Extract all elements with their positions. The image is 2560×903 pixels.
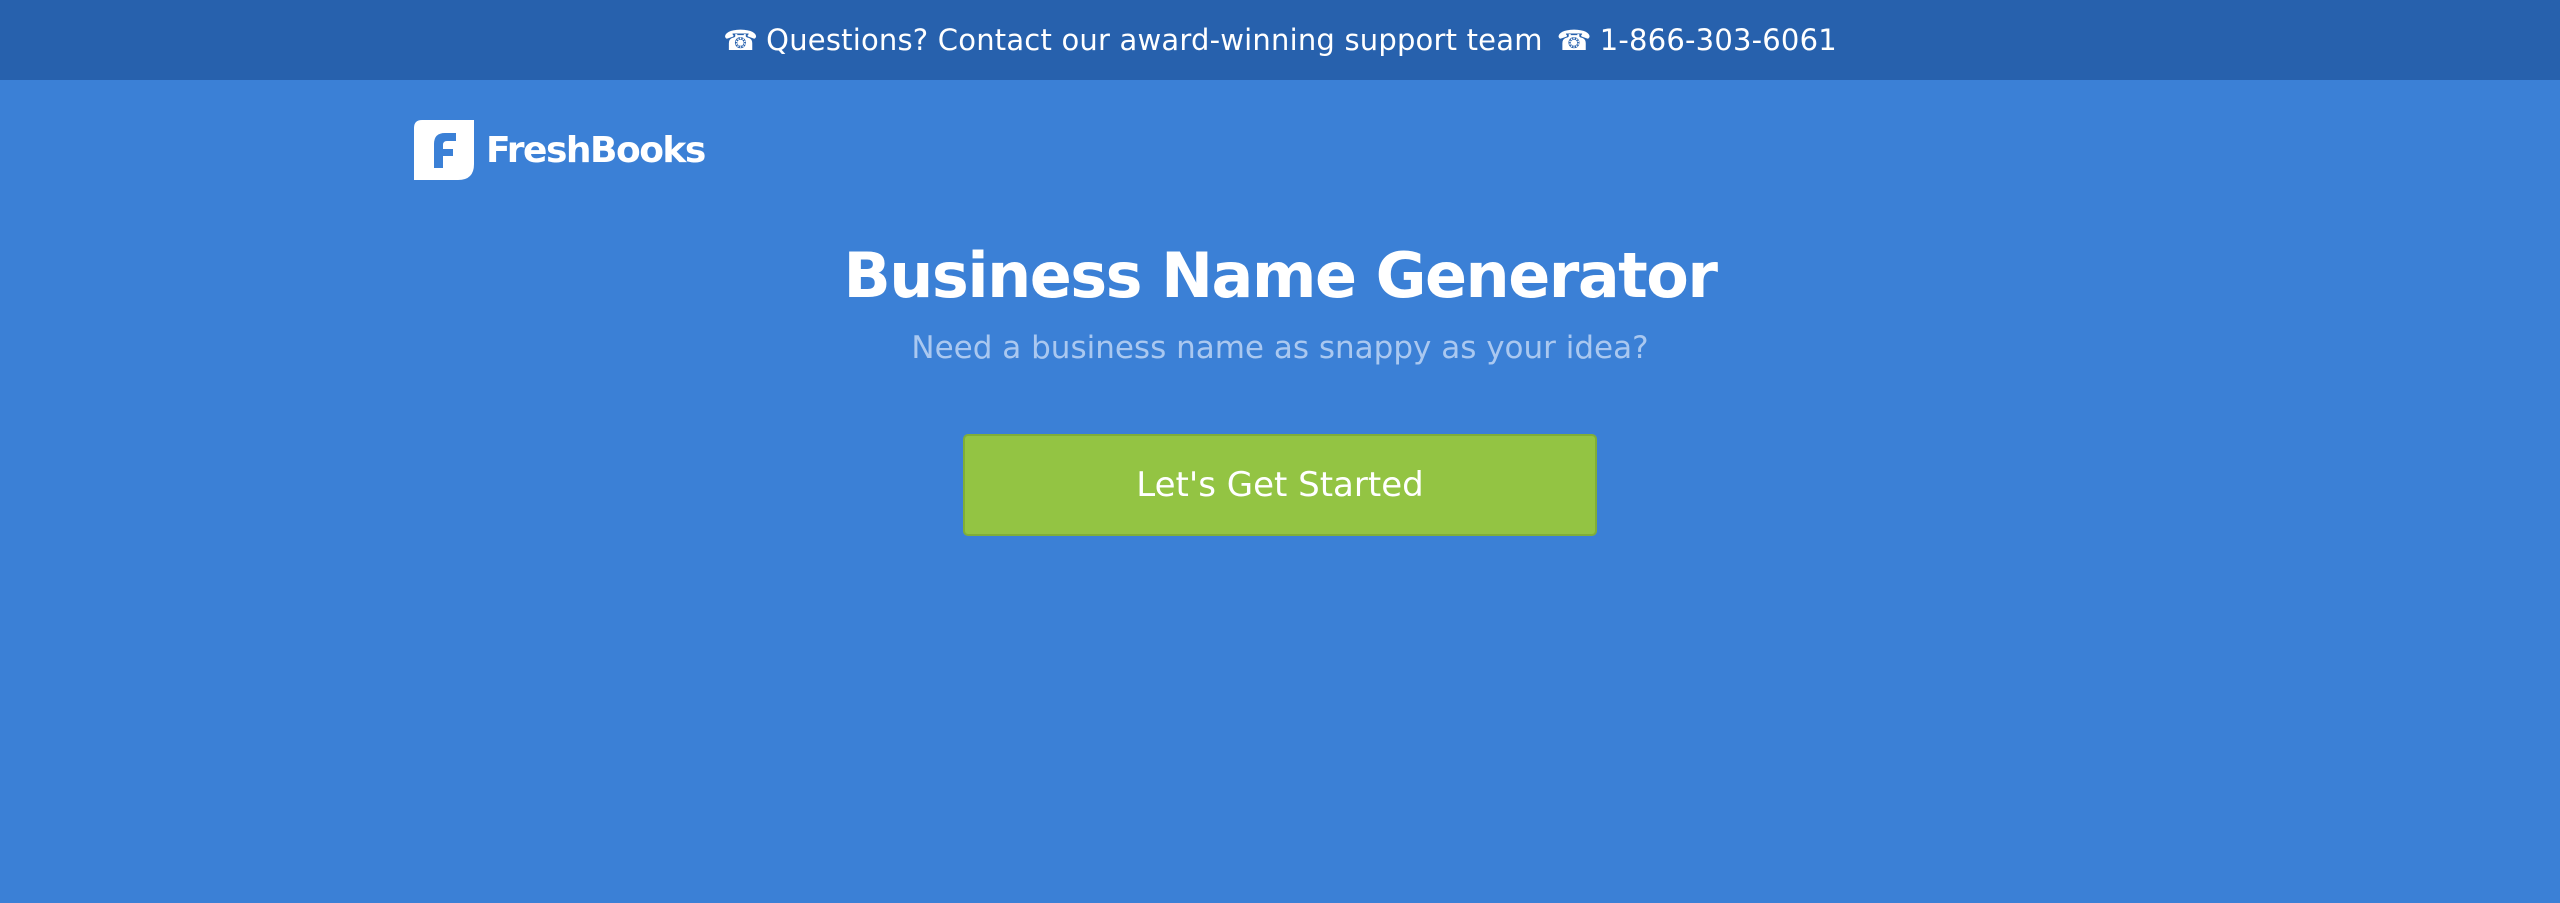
- support-contact: ☎ Questions? Contact our award-winning s…: [723, 23, 1543, 57]
- phone-icon: ☎: [723, 23, 759, 57]
- freshbooks-logo-icon: [414, 120, 474, 180]
- freshbooks-logo[interactable]: FreshBooks: [414, 120, 706, 180]
- phone-icon: ☎: [1556, 23, 1592, 57]
- support-text: Questions? Contact our award-winning sup…: [766, 23, 1543, 57]
- brand-name: FreshBooks: [486, 129, 706, 171]
- get-started-button[interactable]: Let's Get Started: [963, 434, 1597, 536]
- support-banner: ☎ Questions? Contact our award-winning s…: [0, 0, 2560, 80]
- phone-number-link[interactable]: 1-866-303-6061: [1600, 23, 1837, 57]
- hero-section: FreshBooks Business Name Generator Need …: [0, 80, 2560, 903]
- page-title: Business Name Generator: [843, 239, 1718, 312]
- support-phone[interactable]: ☎ 1-866-303-6061: [1557, 23, 1837, 57]
- page-subtitle: Need a business name as snappy as your i…: [911, 330, 1649, 366]
